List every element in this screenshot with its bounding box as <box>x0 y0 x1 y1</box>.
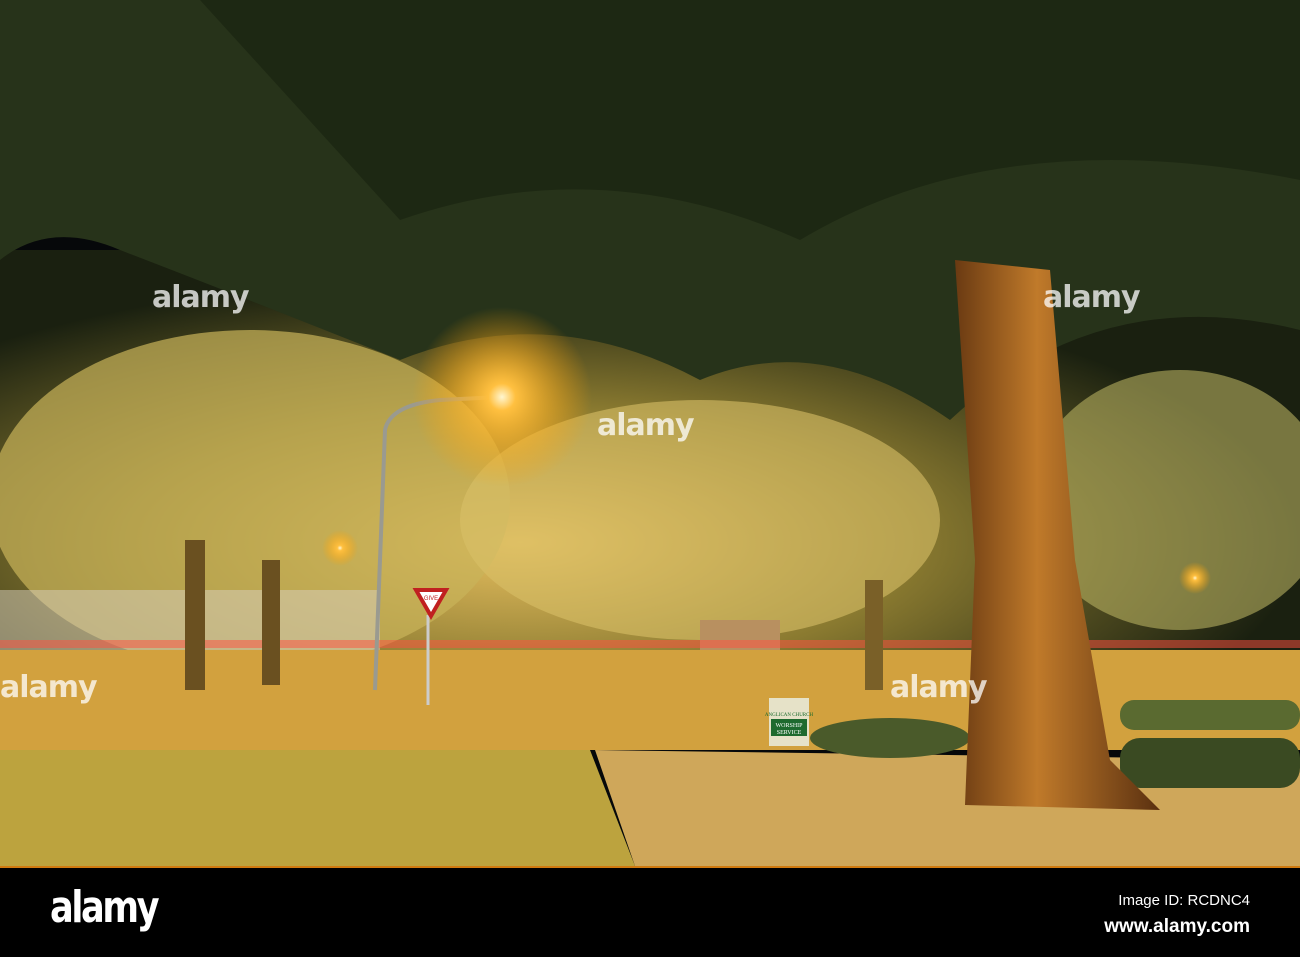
watermark: alamy <box>597 408 695 443</box>
hedge <box>810 718 970 758</box>
street-lamp-light <box>412 307 592 487</box>
grass-lawn <box>0 750 635 866</box>
footer-bar: alamy Image ID: RCDNC4 www.alamy.com <box>0 866 1300 957</box>
watermark: alamy <box>0 670 98 705</box>
watermark: alamy <box>890 670 988 705</box>
tree-trunk <box>185 540 205 690</box>
image-id: Image ID: RCDNC4 <box>1118 892 1250 909</box>
stock-photo-page: GIVE ANGLICAN CHURCH WORSHIP SERVICE ala… <box>0 0 1300 957</box>
church-sign-line2: WORSHIP <box>775 723 803 729</box>
watermark: alamy <box>1043 280 1141 315</box>
road-sign-text: GIVE <box>424 596 438 602</box>
church-sign: ANGLICAN CHURCH WORSHIP SERVICE <box>765 698 814 746</box>
site-url[interactable]: www.alamy.com <box>1104 916 1250 938</box>
watermark: alamy <box>152 280 250 315</box>
alamy-logo: alamy <box>50 882 160 933</box>
church-sign-name: ANGLICAN CHURCH <box>765 713 814 718</box>
church-sign-line3: SERVICE <box>777 730 802 736</box>
